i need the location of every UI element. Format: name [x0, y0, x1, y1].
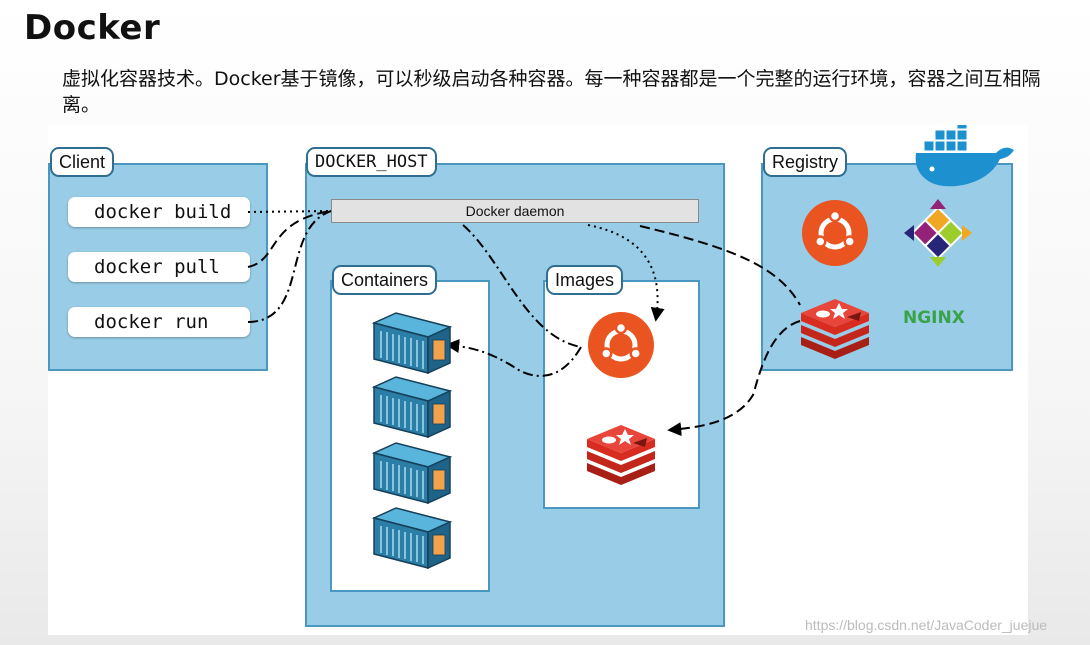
ubuntu-image-icon: [588, 312, 654, 378]
ubuntu-icon: [802, 200, 868, 266]
redis-icon: [801, 299, 869, 359]
slide-description: 虚拟化容器技术。Docker基于镜像，可以秒级启动各种容器。每一种容器都是一个完…: [62, 68, 1041, 116]
container-icon: [373, 507, 451, 569]
slide-title: Docker: [24, 8, 161, 48]
diagram-overlay: [247, 125, 1014, 569]
docker-whale-icon: [915, 125, 1014, 187]
watermark: https://blog.csdn.net/JavaCoder_juejue: [805, 617, 1048, 633]
container-icon: [373, 376, 451, 438]
container-icon: [373, 442, 451, 504]
container-icon: [373, 312, 451, 374]
docker-architecture-diagram: docker build docker pull docker run Dock…: [48, 125, 1028, 635]
redis-image-icon: [587, 425, 655, 485]
centos-icon: [904, 199, 972, 267]
